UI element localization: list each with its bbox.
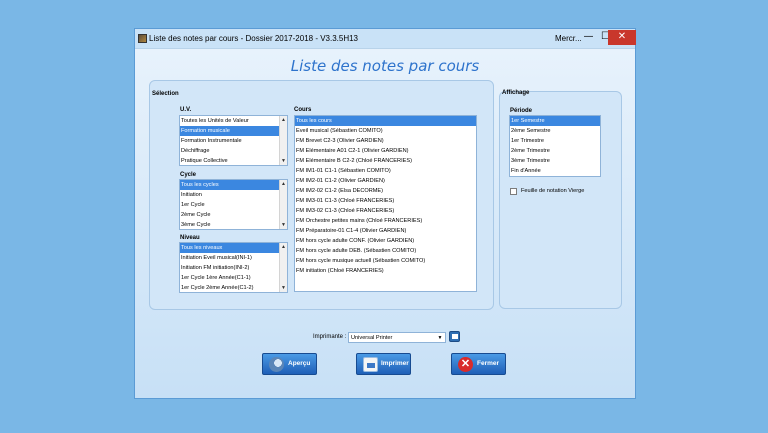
scroll-up-icon[interactable]: ▲ [280, 116, 287, 124]
list-item[interactable]: FM Préparatoire-01 C1-4 (Olivier GARDIEN… [295, 226, 476, 236]
list-item[interactable]: FM IM3-02 C1-3 (Chloé FRANCERIES) [295, 206, 476, 216]
title-bar[interactable]: Liste des notes par cours - Dossier 2017… [135, 29, 636, 49]
list-item[interactable]: FM initiation (Chloé FRANCERIES) [295, 266, 476, 276]
list-item[interactable]: Tous les cycles [180, 180, 279, 190]
list-item[interactable]: FM hors cycle adulte CONF. (Olivier GARD… [295, 236, 476, 246]
uv-listbox[interactable]: Toutes les Unités de Valeur Formation mus… [179, 115, 288, 166]
list-item[interactable]: FM hors cycle adulte DEB. (Sébastien COM… [295, 246, 476, 256]
list-item[interactable]: Tous les niveaux [180, 243, 279, 253]
list-item[interactable]: 3ème Trimestre [510, 156, 600, 166]
periode-label: Période [510, 108, 533, 114]
niveau-scrollbar[interactable]: ▲ ▼ [279, 243, 287, 292]
printer-icon [452, 334, 458, 339]
minimize-button[interactable]: — [580, 30, 597, 45]
selection-legend: Sélection [152, 91, 179, 97]
printer-label: Imprimante : [313, 334, 347, 340]
affichage-panel: Affichage Période 1er Semestre 2ème Semes… [499, 90, 622, 309]
printer-select-value: Universal Printer [351, 335, 393, 341]
list-item[interactable]: Tous les cours [295, 116, 476, 126]
feuille-vierge-label: Feuille de notation Vierge [521, 188, 585, 194]
cycle-scrollbar[interactable]: ▲ ▼ [279, 180, 287, 229]
list-item[interactable]: FM IM1-01 C1-1 (Sébastien COMITO) [295, 166, 476, 176]
print-icon [363, 357, 378, 372]
apercu-button[interactable]: Aperçu [262, 353, 317, 375]
window-title-suffix: Mercr... [555, 34, 582, 43]
list-item[interactable]: Déchiffrage [180, 146, 279, 156]
affichage-legend: Affichage [502, 90, 530, 96]
preview-icon [269, 357, 284, 372]
list-item[interactable]: 3ème Cycle [180, 220, 279, 229]
list-item[interactable]: FM Orchestre petites mains (Chloé FRANCE… [295, 216, 476, 226]
list-item[interactable]: 1er Cycle 2ème Année(C1-2) [180, 283, 279, 292]
list-item[interactable]: 2ème Trimestre [510, 146, 600, 156]
list-item[interactable]: 1er Cycle 1ère Année(C1-1) [180, 273, 279, 283]
list-item[interactable]: Formation Instrumentale [180, 136, 279, 146]
cycle-label: Cycle [180, 172, 197, 178]
scroll-up-icon[interactable]: ▲ [280, 180, 287, 188]
imprimer-button[interactable]: Imprimer [356, 353, 411, 375]
list-item[interactable]: FM Elémentaire A01 C2-1 (Olivier GARDIEN… [295, 146, 476, 156]
list-item[interactable]: FM hors cycle musique actuell (Sébastien… [295, 256, 476, 266]
list-item[interactable]: FM IM3-01 C1-3 (Chloé FRANCERIES) [295, 196, 476, 206]
uv-label: U.V. [180, 107, 192, 113]
list-item[interactable]: 2ème Semestre [510, 126, 600, 136]
list-item[interactable]: Formation musicale [180, 126, 279, 136]
scroll-down-icon[interactable]: ▼ [280, 221, 287, 229]
scroll-down-icon[interactable]: ▼ [280, 157, 287, 165]
list-item[interactable]: FM Elémentaire B C2-2 (Chloé FRANCERIES) [295, 156, 476, 166]
list-item[interactable]: Initiation Eveil musical(INI-1) [180, 253, 279, 263]
list-item[interactable]: Pratique Collective [180, 156, 279, 165]
list-item[interactable]: 1er Trimestre [510, 136, 600, 146]
fermer-button[interactable]: ✕ Fermer [451, 353, 506, 375]
list-item[interactable]: FM IM2-01 C1-2 (Olivier GARDIEN) [295, 176, 476, 186]
list-item[interactable]: Fin d'Année [510, 166, 600, 176]
scroll-down-icon[interactable]: ▼ [280, 284, 287, 292]
app-icon [138, 34, 147, 43]
cours-listbox[interactable]: Tous les cours Eveil musical (Sébastien C… [294, 115, 477, 292]
niveau-listbox[interactable]: Tous les niveaux Initiation Eveil musical… [179, 242, 288, 293]
fermer-label: Fermer [477, 360, 500, 367]
list-item[interactable]: 2ème Cycle [180, 210, 279, 220]
page-title: Liste des notes par cours [290, 57, 480, 75]
scroll-up-icon[interactable]: ▲ [280, 243, 287, 251]
printer-settings-button[interactable] [449, 331, 460, 342]
cycle-listbox[interactable]: Tous les cycles Initiation 1er Cycle 2ème C… [179, 179, 288, 230]
uv-scrollbar[interactable]: ▲ ▼ [279, 116, 287, 165]
main-window: Liste des notes par cours - Dossier 2017… [134, 28, 636, 399]
chevron-down-icon[interactable]: ▼ [436, 334, 444, 342]
list-item[interactable]: 1er Semestre [510, 116, 600, 126]
niveau-label: Niveau [180, 235, 200, 241]
close-window-button[interactable]: ✕ [608, 30, 636, 45]
imprimer-label: Imprimer [381, 360, 409, 367]
list-item[interactable]: 1er Cycle [180, 200, 279, 210]
window-title: Liste des notes par cours - Dossier 2017… [149, 34, 359, 43]
close-icon: ✕ [458, 357, 473, 372]
list-item[interactable]: Initiation FM initiation(INI-2) [180, 263, 279, 273]
cours-label: Cours [294, 107, 312, 113]
list-item[interactable]: FM Brevet C2-3 (Olivier GARDIEN) [295, 136, 476, 146]
periode-listbox[interactable]: 1er Semestre 2ème Semestre 1er Trimestre 2è… [509, 115, 601, 177]
selection-panel: Sélection U.V. Toutes les Unités de Vale… [149, 80, 494, 310]
feuille-vierge-checkbox[interactable] [510, 188, 517, 195]
list-item[interactable]: FM IM2-02 C1-2 (Elsa DECORME) [295, 186, 476, 196]
list-item[interactable]: Toutes les Unités de Valeur [180, 116, 279, 126]
list-item[interactable]: Eveil musical (Sébastien COMITO) [295, 126, 476, 136]
list-item[interactable]: Initiation [180, 190, 279, 200]
printer-select[interactable]: Universal Printer ▼ [348, 332, 446, 343]
apercu-label: Aperçu [288, 360, 311, 367]
